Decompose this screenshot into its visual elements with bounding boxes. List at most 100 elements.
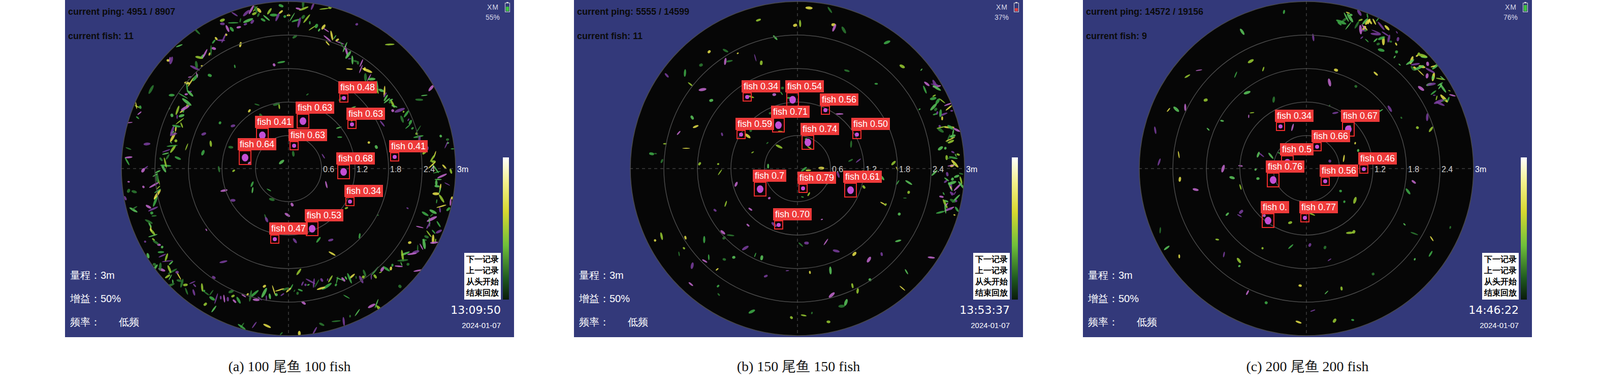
fish-echo [340,168,347,176]
sonar-display [629,1,966,337]
color-scale [502,157,509,300]
fish-echo [756,185,764,194]
logo: XM [996,3,1008,12]
detection-box [798,183,808,194]
playback-button[interactable]: 从头开始 [1484,276,1517,288]
playback-button[interactable]: 上一记录 [975,265,1008,277]
detection-label: fish 0.74 [800,122,840,136]
playback-button[interactable]: 结束回放 [466,287,499,299]
detection-box [1312,142,1322,152]
logo-row: XM [996,2,1019,13]
fish-echo [804,138,812,147]
settings-info: 量程：3m 增益：50% 频率：低频 [1088,269,1158,329]
playback-button[interactable]: 下一记录 [975,253,1008,266]
ring-label: 1.8 [390,164,402,175]
device-status: XM55% [485,2,510,22]
time: 13:53:37 [959,303,1010,317]
detection-label: fish 0. [1260,201,1290,214]
detection-box [736,130,746,140]
sonar-panel: 0.61.21.82.43mfish 0.34fish 0.54fish 0.5… [573,0,1023,338]
color-scale [1520,157,1527,300]
detection-box [238,150,252,166]
detection-label: fish 0.34 [1274,109,1314,122]
time: 13:09:50 [450,303,501,317]
detection-label: fish 0.77 [1299,201,1338,214]
detection-label: fish 0.66 [1311,130,1351,143]
detection-label: fish 0.41 [389,140,428,153]
gain: 增益：50% [1088,292,1158,305]
playback-button[interactable]: 从头开始 [975,276,1008,288]
playback-button[interactable]: 下一记录 [1484,253,1517,266]
fish-echo [292,143,297,148]
device-status: XM76% [1503,2,1528,22]
detection-label: fish 0.68 [336,152,375,165]
playback-button[interactable]: 下一记录 [466,253,499,266]
playback-button[interactable]: 结束回放 [975,287,1008,299]
caption: (c) 200 尾鱼 200 fish [1082,357,1532,376]
frequency-label: 频率： [579,315,610,329]
fish-echo [299,117,307,125]
detection-box [296,113,310,129]
ring-label: 1.8 [899,164,911,175]
status-info: current ping: 4951 / 8907current fish: 1… [68,6,176,42]
range: 量程：3m [579,269,649,282]
fish-echo [341,96,346,101]
frequency-label: 频率： [70,315,101,329]
detection-box [289,141,299,151]
detection-label: fish 0.71 [771,105,810,118]
fish-echo [1315,144,1320,149]
detection-label: fish 0.5 [1280,143,1314,156]
playback-button[interactable]: 上一记录 [466,265,499,277]
playback-area: 下一记录上一记录从头开始结束回放14:46:222024-01-07 [1468,252,1519,331]
fish-echo [775,121,782,130]
logo: XM [1505,3,1517,12]
fish-echo [1264,216,1272,225]
detection-label: fish 0.54 [785,80,824,93]
caption: (b) 150 尾鱼 150 fish [573,357,1023,376]
fish-echo [801,186,806,191]
current-ping: current ping: 14572 / 19156 [1085,6,1204,18]
date: 2024-01-07 [461,321,501,331]
fish-echo [1302,215,1307,220]
frequency: 频率：低频 [1088,315,1158,329]
frequency-value: 低频 [1136,315,1158,329]
color-scale [1011,157,1018,300]
detection-label: fish 0.50 [851,117,890,131]
ring-label: 1.8 [1408,164,1420,175]
settings-info: 量程：3m增益：50%频率：低频 [70,269,140,329]
current-fish: current fish: 9 [1085,30,1204,42]
detection-label: fish 0.53 [304,209,344,222]
sonar-display [120,1,457,337]
detection-label: fish 0.64 [237,138,277,151]
detection-box [1266,172,1280,188]
playback-area: 下一记录上一记录从头开始结束回放13:53:372024-01-07 [959,252,1010,331]
fish-echo [1361,167,1366,172]
detection-label: fish 0.7 [752,169,787,182]
detection-box [1320,176,1330,186]
battery-reading: 37% [994,13,1009,22]
ring-label: 0.6 [323,164,335,175]
playback-button[interactable]: 从头开始 [466,276,499,288]
playback-button[interactable]: 结束回放 [1484,287,1517,299]
fish-echo [272,237,277,242]
detection-label: fish 0.34 [344,184,383,198]
detection-label: fish 0.63 [288,129,328,142]
logo-row: XM [487,2,510,13]
fish-echo [789,96,796,104]
detection-box [742,92,752,102]
detection-box [786,92,799,108]
device-status: XM37% [994,2,1019,22]
fish-echo [241,153,249,162]
ring-label: 3m [457,164,469,175]
caption-row: (a) 100 尾鱼 100 fish(b) 150 尾鱼 150 fish(c… [65,357,1600,376]
detection-box [852,130,862,140]
fish-echo [739,132,744,137]
current-ping: current ping: 5555 / 14599 [577,6,690,18]
playback-button[interactable]: 上一记录 [1484,265,1517,277]
logo: XM [487,3,499,12]
range: 量程：3m [70,269,140,282]
detection-label: fish 0.79 [797,171,837,184]
range: 量程：3m [1088,269,1158,282]
detection-label: fish 0.48 [338,81,377,94]
detection-label: fish 0.63 [295,101,335,114]
